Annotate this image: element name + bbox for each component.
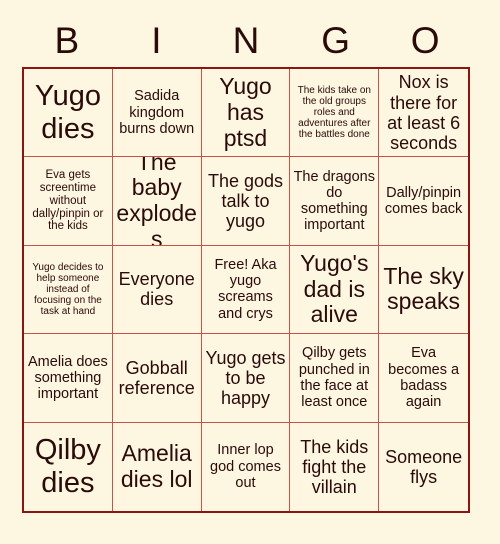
bingo-cell[interactable]: Yugo has ptsd [201,69,291,158]
bingo-cell-label: The kids fight the villain [300,436,369,497]
bingo-cell[interactable]: The gods talk to yugo [201,157,291,246]
bingo-cell[interactable]: Yugo dies [24,69,113,158]
bingo-cell[interactable]: Yugo decides to help someone instead of … [24,245,113,335]
bingo-cell-label: The gods talk to yugo [207,170,284,232]
bingo-cell[interactable]: Nox is there for at least 6 seconds [379,69,468,158]
bingo-cell-label: Nox is there for at least 6 seconds [387,72,461,153]
bingo-cell-label: Free! Aka yugo screams and crys [214,257,277,322]
bingo-header-row: BINGO [22,14,470,67]
bingo-cell[interactable]: The kids take on the old groups roles an… [290,69,380,158]
bingo-header-letter-i: I [151,20,162,61]
bingo-cell[interactable]: Gobball reference [112,334,202,423]
bingo-cell[interactable]: Qilby gets punched in the face at least … [290,334,380,423]
bingo-cell[interactable]: Eva becomes a badass again [379,334,468,423]
bingo-cell[interactable]: Yugo's dad is alive [290,245,380,335]
bingo-header-letter-n: N [232,20,260,61]
bingo-cell-label: Dally/pinpin comes back [384,184,463,218]
bingo-header-letter-o: O [410,20,440,61]
bingo-cell[interactable]: The sky speaks [379,245,468,335]
bingo-cell[interactable]: The kids fight the villain [290,422,380,511]
bingo-cell-label: Yugo decides to help someone instead of … [32,261,104,318]
bingo-cell[interactable]: Everyone dies [112,245,202,335]
bingo-card: B I N G O Yugo dies Sadida kingdom burns down… [0,0,500,544]
bingo-cell-label: Yugo dies [34,80,101,145]
bingo-cell-label: Yugo gets to be happy [205,347,286,408]
bingo-cell[interactable]: Sadida kingdom burns down [112,69,202,158]
bingo-cell-label: Everyone dies [118,269,195,310]
bingo-cell-free-space[interactable]: Free! Aka yugo screams and crys [201,245,291,335]
bingo-grid: Yugo dies Sadida kingdom burns down Yugo h… [22,67,470,513]
bingo-cell-label: Qilby gets punched in the face at least … [298,345,370,411]
bingo-cell-label: Sadida kingdom burns down [119,88,195,137]
bingo-cell-label: Inner lop god comes out [210,442,281,491]
bingo-cell[interactable]: Eva gets screentime without dally/pinpin… [24,157,113,246]
bingo-cell-label: Gobball reference [118,357,195,398]
bingo-cell-label: Someone flys [385,446,463,487]
bingo-cell-label: The baby explodes [116,157,197,246]
bingo-cell[interactable]: Qilby dies [24,422,113,511]
bingo-cell[interactable]: Dally/pinpin comes back [379,157,468,246]
bingo-cell[interactable]: Yugo gets to be happy [201,334,291,423]
bingo-cell[interactable]: The baby explodes [112,157,202,246]
bingo-cell[interactable]: Amelia dies lol [112,422,202,511]
bingo-cell[interactable]: Amelia does something important [24,334,113,423]
bingo-cell-label: Amelia dies lol [120,440,193,492]
bingo-cell[interactable]: Inner lop god comes out [201,422,291,511]
bingo-cell-label: The kids take on the old groups roles an… [297,84,371,141]
bingo-cell-label: The sky speaks [383,262,464,315]
bingo-header-letter-b: B [54,20,80,61]
bingo-cell[interactable]: The dragons do something important [290,157,380,246]
bingo-cell-label: Eva gets screentime without dally/pinpin… [32,168,104,233]
bingo-cell-label: The dragons do something important [293,168,375,234]
bingo-cell-label: Qilby dies [34,434,101,499]
bingo-cell-label: Yugo has ptsd [219,73,272,151]
bingo-cell-label: Amelia does something important [28,353,108,402]
bingo-cell-label: Eva becomes a badass again [388,345,460,411]
bingo-header-letter-g: G [321,20,350,61]
bingo-cell-label: Yugo's dad is alive [300,249,369,328]
bingo-cell[interactable]: Someone flys [379,422,468,511]
